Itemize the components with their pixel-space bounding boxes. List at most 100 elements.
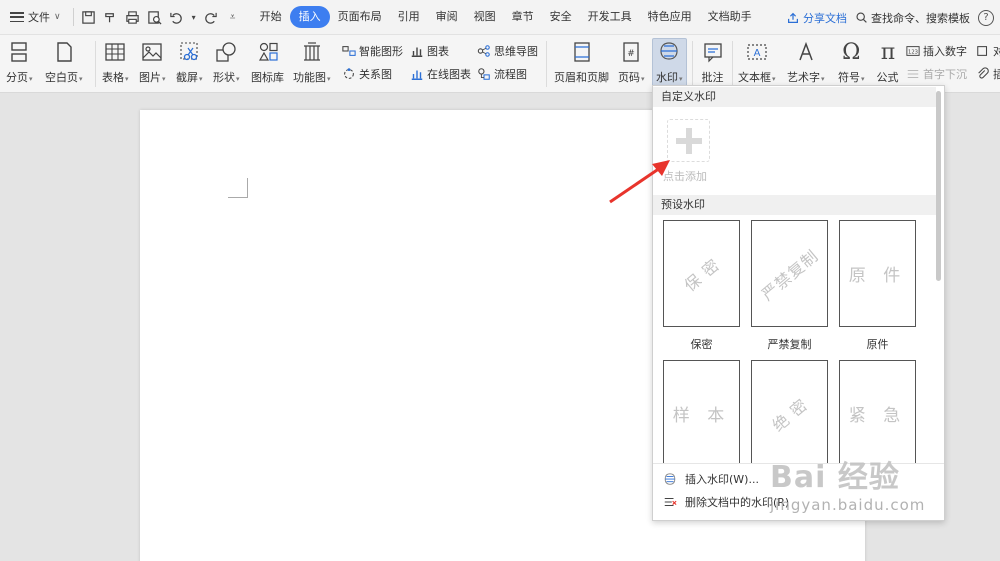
file-menu-button[interactable]: 文件 ∨ <box>0 5 69 29</box>
page-number-button[interactable]: # 页码 <box>618 39 645 85</box>
function-chart-icon <box>299 39 325 65</box>
attachment-button[interactable]: 插 <box>976 66 1000 82</box>
symbol-button[interactable]: Ω 符号 <box>838 39 865 85</box>
word-art-button[interactable]: 艺术字 <box>787 39 825 85</box>
insert-number-button[interactable]: 123 插入数字 <box>906 43 967 59</box>
chevron-down-icon: ∨ <box>54 12 61 22</box>
menu-bar: 文件 ∨ ▾ ⩡ 开始 插入 页面布局 引用 审阅 视图 章节 安全 开发工具 … <box>0 0 1000 35</box>
preset-caption: 原件 <box>866 338 889 351</box>
preset-watermark-top-secret[interactable]: 绝 密 <box>751 360 828 467</box>
site-logo-text: Bai 经验 <box>770 460 900 495</box>
flow-chart-button[interactable]: 流程图 <box>477 66 527 82</box>
smart-art-button[interactable]: 智能图形 <box>342 43 403 59</box>
formula-button[interactable]: π 公式 <box>875 39 901 85</box>
plus-icon-bar <box>676 138 702 144</box>
help-icon[interactable]: ? <box>978 9 994 26</box>
relation-chart-icon <box>344 68 354 79</box>
hamburger-icon <box>10 12 24 22</box>
header-footer-button[interactable]: 页眉和页脚 <box>554 39 610 85</box>
comment-button[interactable]: 批注 <box>700 39 726 85</box>
command-search-label: 查找命令、搜索模板 <box>871 11 970 25</box>
preset-watermark-header: 预设水印 <box>653 195 936 215</box>
tab-page-layout[interactable]: 页面布局 <box>330 6 390 28</box>
insert-watermark-menu-item[interactable]: 插入水印(W)... <box>663 471 759 487</box>
share-doc-button[interactable]: 分享文档 <box>786 10 847 26</box>
tab-insert[interactable]: 插入 <box>289 6 330 28</box>
online-chart-button[interactable]: 在线图表 <box>410 66 471 82</box>
save-icon[interactable] <box>80 8 98 26</box>
preset-watermark-urgent[interactable]: 紧 急 <box>839 360 916 467</box>
screenshot-button[interactable]: 截屏 <box>176 39 203 85</box>
site-logo-url: jingyan.baidu.com <box>770 496 926 514</box>
svg-text:#: # <box>627 49 635 59</box>
tab-security[interactable]: 安全 <box>542 6 580 28</box>
tab-review[interactable]: 审阅 <box>428 6 466 28</box>
object-button[interactable]: 对 <box>976 43 1000 59</box>
object-icon <box>977 46 988 56</box>
flow-chart-icon <box>478 68 490 80</box>
page-break-button[interactable]: 分页 <box>6 39 33 85</box>
function-chart-button[interactable]: 功能图 <box>293 39 331 85</box>
tab-references[interactable]: 引用 <box>390 6 428 28</box>
print-preview-icon[interactable] <box>146 8 164 26</box>
table-button[interactable]: 表格 <box>102 39 129 85</box>
site-watermark-logo: Bai 经验 jingyan.baidu.com <box>770 452 990 561</box>
relation-chart-label: 关系图 <box>359 68 392 81</box>
redo-icon[interactable] <box>202 8 220 26</box>
tab-chapter[interactable]: 章节 <box>504 6 542 28</box>
undo-dropdown-icon[interactable]: ▾ <box>190 8 198 26</box>
watermark-button[interactable]: 水印 <box>652 38 687 88</box>
tab-doc-assistant[interactable]: 文档助手 <box>700 6 760 28</box>
dropdown-scrollbar-thumb[interactable] <box>936 91 941 281</box>
table-label: 表格 <box>102 69 129 85</box>
watermark-label: 水印 <box>656 69 683 85</box>
tab-developer[interactable]: 开发工具 <box>580 6 640 28</box>
file-menu-label: 文件 <box>28 11 50 24</box>
relation-chart-button[interactable]: 关系图 <box>342 66 392 82</box>
svg-text:A: A <box>753 48 760 59</box>
attachment-label: 插 <box>993 68 1000 81</box>
preset-watermark-sample[interactable]: 样 本 <box>663 360 740 467</box>
mind-map-button[interactable]: 思维导图 <box>477 43 538 59</box>
undo-icon[interactable] <box>168 8 186 26</box>
format-painter-icon[interactable] <box>102 8 120 26</box>
symbol-label: 符号 <box>838 69 865 85</box>
share-icon <box>788 12 798 23</box>
formula-label: 公式 <box>876 71 899 84</box>
tab-view[interactable]: 视图 <box>466 6 504 28</box>
text-box-button[interactable]: A 文本框 <box>738 39 776 85</box>
delete-watermark-icon <box>664 497 677 507</box>
preset-caption: 严禁复制 <box>767 338 812 351</box>
icon-library-button[interactable]: 图标库 <box>251 39 285 85</box>
command-search[interactable]: 查找命令、搜索模板 <box>855 10 970 26</box>
picture-button[interactable]: 图片 <box>139 39 166 85</box>
chart-button[interactable]: 图表 <box>410 43 449 59</box>
divider <box>732 41 733 87</box>
preset-watermark-original[interactable]: 原 件 <box>839 220 916 327</box>
preset-watermark-text: 样 本 <box>672 406 731 426</box>
divider <box>72 8 74 26</box>
blank-page-label: 空白页 <box>45 69 83 85</box>
chart-label: 图表 <box>427 45 449 58</box>
drop-cap-label: 首字下沉 <box>923 68 967 81</box>
smart-art-label: 智能图形 <box>359 45 403 58</box>
tab-special-apps[interactable]: 特色应用 <box>640 6 700 28</box>
svg-text:123: 123 <box>908 50 918 56</box>
share-doc-label: 分享文档 <box>803 11 847 25</box>
divider <box>95 41 96 87</box>
customize-toolbar-icon[interactable]: ⩡ <box>224 8 242 26</box>
paperclip-icon <box>978 67 989 79</box>
preset-watermark-confidential[interactable]: 保 密 <box>663 220 740 327</box>
number-icon: 123 <box>906 46 920 56</box>
shape-label: 形状 <box>213 69 240 85</box>
preset-watermark-no-copy[interactable]: 严禁复制 <box>751 220 828 327</box>
text-box-icon: A <box>744 39 770 65</box>
mind-map-icon <box>477 45 490 57</box>
preset-watermark-text: 原 件 <box>848 266 907 286</box>
tab-home[interactable]: 开始 <box>252 6 290 28</box>
print-icon[interactable] <box>124 8 142 26</box>
online-chart-label: 在线图表 <box>427 68 471 81</box>
shape-button[interactable]: 形状 <box>213 39 240 85</box>
drop-cap-button[interactable]: 首字下沉 <box>906 66 967 82</box>
blank-page-button[interactable]: 空白页 <box>45 39 83 85</box>
